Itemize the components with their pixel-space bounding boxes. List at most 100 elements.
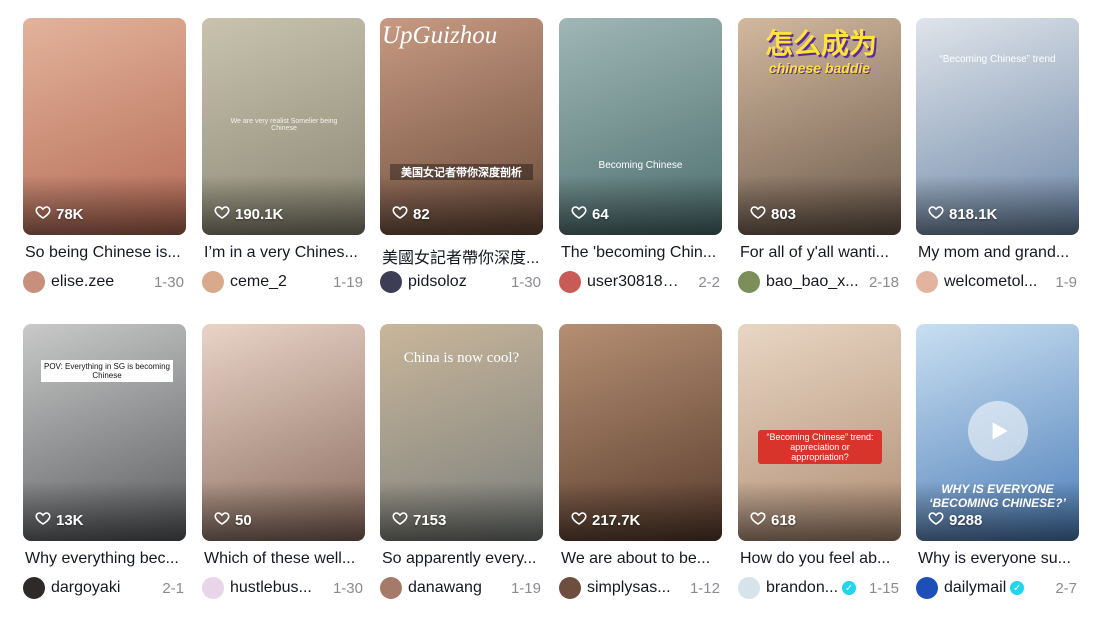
video-thumbnail[interactable]: We are very realist Somelier being Chine… xyxy=(202,18,365,235)
like-count-value: 9288 xyxy=(949,511,983,529)
like-count: 7153 xyxy=(392,510,446,530)
thumbnail-overlay-text: “Becoming Chinese” trend xyxy=(939,54,1056,65)
post-date: 2-18 xyxy=(868,273,899,291)
thumbnail-overlay-text: 怎么成为 xyxy=(764,28,877,59)
username[interactable]: bao_bao_x... xyxy=(766,273,859,291)
video-meta: danawang 1-19 xyxy=(380,576,543,600)
video-caption[interactable]: Why is everyone su... xyxy=(918,550,1078,568)
video-card[interactable]: 217.7K We are about to be... simplysas..… xyxy=(559,324,722,614)
thumbnail-overlay-text: POV: Everything in SG is becoming Chines… xyxy=(41,360,173,382)
video-thumbnail[interactable]: WHY IS EVERYONE ‘BECOMING CHINESE?’ 9288 xyxy=(916,324,1079,541)
video-caption[interactable]: 美國女記者帶你深度... xyxy=(382,244,542,268)
username[interactable]: hustlebus... xyxy=(230,579,312,597)
username[interactable]: danawang xyxy=(408,579,482,597)
heart-icon xyxy=(35,510,51,530)
video-caption[interactable]: We are about to be... xyxy=(561,550,721,568)
post-date: 1-9 xyxy=(1055,273,1077,291)
username[interactable]: dargoyaki xyxy=(51,579,120,597)
video-caption[interactable]: Why everything bec... xyxy=(25,550,185,568)
avatar[interactable] xyxy=(738,271,760,293)
video-thumbnail[interactable]: 78K xyxy=(23,18,186,235)
heart-icon xyxy=(35,204,51,224)
video-thumbnail[interactable]: POV: Everything in SG is becoming Chines… xyxy=(23,324,186,541)
video-card[interactable]: China is now cool? 7153 So apparently ev… xyxy=(380,324,543,614)
post-date: 1-19 xyxy=(332,273,363,291)
video-thumbnail[interactable]: 怎么成为 chinese baddie 803 xyxy=(738,18,901,235)
avatar[interactable] xyxy=(380,271,402,293)
avatar[interactable] xyxy=(23,577,45,599)
video-card[interactable]: “Becoming Chinese” trend: appreciation o… xyxy=(738,324,901,614)
avatar[interactable] xyxy=(202,271,224,293)
video-thumbnail[interactable]: “Becoming Chinese” trend: appreciation o… xyxy=(738,324,901,541)
video-card[interactable]: Becoming Chinese 64 The 'becoming Chin..… xyxy=(559,18,722,308)
username[interactable]: simplysas... xyxy=(587,579,671,597)
post-date: 1-15 xyxy=(868,579,899,597)
video-caption[interactable]: So being Chinese is... xyxy=(25,244,185,262)
like-count: 82 xyxy=(392,204,430,224)
video-caption[interactable]: For all of y'all wanti... xyxy=(740,244,900,262)
username[interactable]: pidsoloz xyxy=(408,273,467,291)
heart-icon xyxy=(571,204,587,224)
video-thumbnail[interactable]: China is now cool? 7153 xyxy=(380,324,543,541)
video-card[interactable]: WHY IS EVERYONE ‘BECOMING CHINESE?’ 9288… xyxy=(916,324,1079,614)
verified-badge-icon: ✓ xyxy=(842,581,857,595)
video-card[interactable]: 50 Which of these well... hustlebus... 1… xyxy=(202,324,365,614)
like-count-value: 13K xyxy=(56,511,84,529)
post-date: 2-7 xyxy=(1055,579,1077,597)
post-date: 1-19 xyxy=(510,579,541,597)
video-meta: bao_bao_x... 2-18 xyxy=(738,270,901,294)
avatar[interactable] xyxy=(23,271,45,293)
like-count-value: 217.7K xyxy=(592,511,641,529)
video-meta: pidsoloz 1-30 xyxy=(380,270,543,294)
heart-icon xyxy=(750,510,766,530)
username[interactable]: dailymail xyxy=(944,579,1006,597)
like-count: 818.1K xyxy=(928,204,997,224)
video-thumbnail[interactable]: Becoming Chinese 64 xyxy=(559,18,722,235)
thumbnail-subtitle-text: 美国女记者带你深度剖析 xyxy=(390,164,533,180)
avatar[interactable] xyxy=(202,577,224,599)
play-icon[interactable] xyxy=(968,401,1028,461)
video-thumbnail[interactable]: “Becoming Chinese” trend 818.1K xyxy=(916,18,1079,235)
avatar[interactable] xyxy=(738,577,760,599)
video-card[interactable]: We are very realist Somelier being Chine… xyxy=(202,18,365,308)
video-card[interactable]: POV: Everything in SG is becoming Chines… xyxy=(23,324,186,614)
avatar[interactable] xyxy=(559,271,581,293)
avatar[interactable] xyxy=(916,577,938,599)
video-card[interactable]: “Becoming Chinese” trend 818.1K My mom a… xyxy=(916,18,1079,308)
video-caption[interactable]: I’m in a very Chines... xyxy=(204,244,364,262)
post-date: 1-12 xyxy=(689,579,720,597)
like-count-value: 78K xyxy=(56,205,84,223)
avatar[interactable] xyxy=(559,577,581,599)
thumbnail-overlay-text: Becoming Chinese xyxy=(598,160,683,171)
video-caption[interactable]: Which of these well... xyxy=(204,550,364,568)
like-count-value: 64 xyxy=(592,205,609,223)
video-thumbnail[interactable]: 50 xyxy=(202,324,365,541)
heart-icon xyxy=(928,204,944,224)
username[interactable]: elise.zee xyxy=(51,273,114,291)
avatar[interactable] xyxy=(916,271,938,293)
video-card[interactable]: 78K So being Chinese is... elise.zee 1-3… xyxy=(23,18,186,308)
video-thumbnail[interactable]: 217.7K xyxy=(559,324,722,541)
video-card[interactable]: UpGuizhou 美国女记者带你深度剖析 82 美國女記者帶你深度... pi… xyxy=(380,18,543,308)
username[interactable]: ceme_2 xyxy=(230,273,287,291)
thumbnail-overlay-text: WHY IS EVERYONE ‘BECOMING CHINESE?’ xyxy=(929,482,1066,510)
username[interactable]: brandon... xyxy=(766,579,838,597)
like-count: 78K xyxy=(35,204,84,224)
username[interactable]: user308181... xyxy=(587,273,682,291)
post-date: 2-1 xyxy=(162,579,184,597)
thumbnail-overlay-text: “Becoming Chinese” trend: appreciation o… xyxy=(758,430,882,464)
heart-icon xyxy=(750,204,766,224)
like-count: 13K xyxy=(35,510,84,530)
video-caption[interactable]: So apparently every... xyxy=(382,550,542,568)
verified-badge-icon: ✓ xyxy=(1010,581,1025,595)
video-meta: user308181... 2-2 xyxy=(559,270,722,294)
video-caption[interactable]: The 'becoming Chin... xyxy=(561,244,721,262)
video-card[interactable]: 怎么成为 chinese baddie 803 For all of y'all… xyxy=(738,18,901,308)
video-caption[interactable]: My mom and grand... xyxy=(918,244,1078,262)
video-caption[interactable]: How do you feel ab... xyxy=(740,550,900,568)
like-count: 618 xyxy=(750,510,796,530)
like-count: 803 xyxy=(750,204,796,224)
video-thumbnail[interactable]: UpGuizhou 美国女记者带你深度剖析 82 xyxy=(380,18,543,235)
avatar[interactable] xyxy=(380,577,402,599)
username[interactable]: welcometol... xyxy=(944,273,1037,291)
